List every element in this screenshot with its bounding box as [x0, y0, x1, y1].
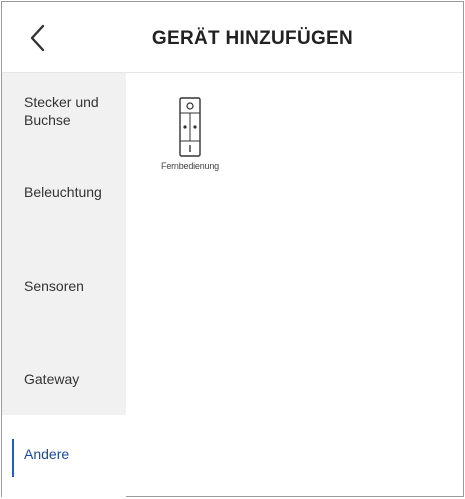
category-sidebar: Stecker und Buchse Beleuchtung Sensoren …: [2, 73, 126, 497]
sidebar-item-stecker-und-buchse[interactable]: Stecker und Buchse: [2, 73, 126, 159]
sidebar-item-andere[interactable]: Andere: [2, 415, 126, 497]
header-bar: GERÄT HINZUFÜGEN: [2, 2, 463, 73]
sidebar-item-label: Andere: [24, 446, 70, 462]
app-window: GERÄT HINZUFÜGEN Stecker und Buchse Bele…: [1, 1, 464, 497]
sidebar-item-label: Sensoren: [24, 278, 84, 294]
device-tile-fernbedienung[interactable]: Fernbedienung: [150, 97, 230, 171]
sidebar-item-gateway[interactable]: Gateway: [2, 331, 126, 415]
device-label: Fernbedienung: [161, 161, 219, 171]
sidebar-item-beleuchtung[interactable]: Beleuchtung: [2, 159, 126, 245]
sidebar-item-sensoren[interactable]: Sensoren: [2, 245, 126, 331]
device-grid: Fernbedienung: [126, 73, 463, 496]
sidebar-item-label: Beleuchtung: [24, 184, 102, 200]
active-indicator: [12, 439, 14, 477]
page-title: GERÄT HINZUFÜGEN: [151, 28, 354, 49]
sidebar-item-label: Gateway: [24, 371, 80, 387]
sidebar-item-label: Stecker und Buchse: [24, 94, 99, 128]
remote-control-icon: [179, 97, 201, 157]
